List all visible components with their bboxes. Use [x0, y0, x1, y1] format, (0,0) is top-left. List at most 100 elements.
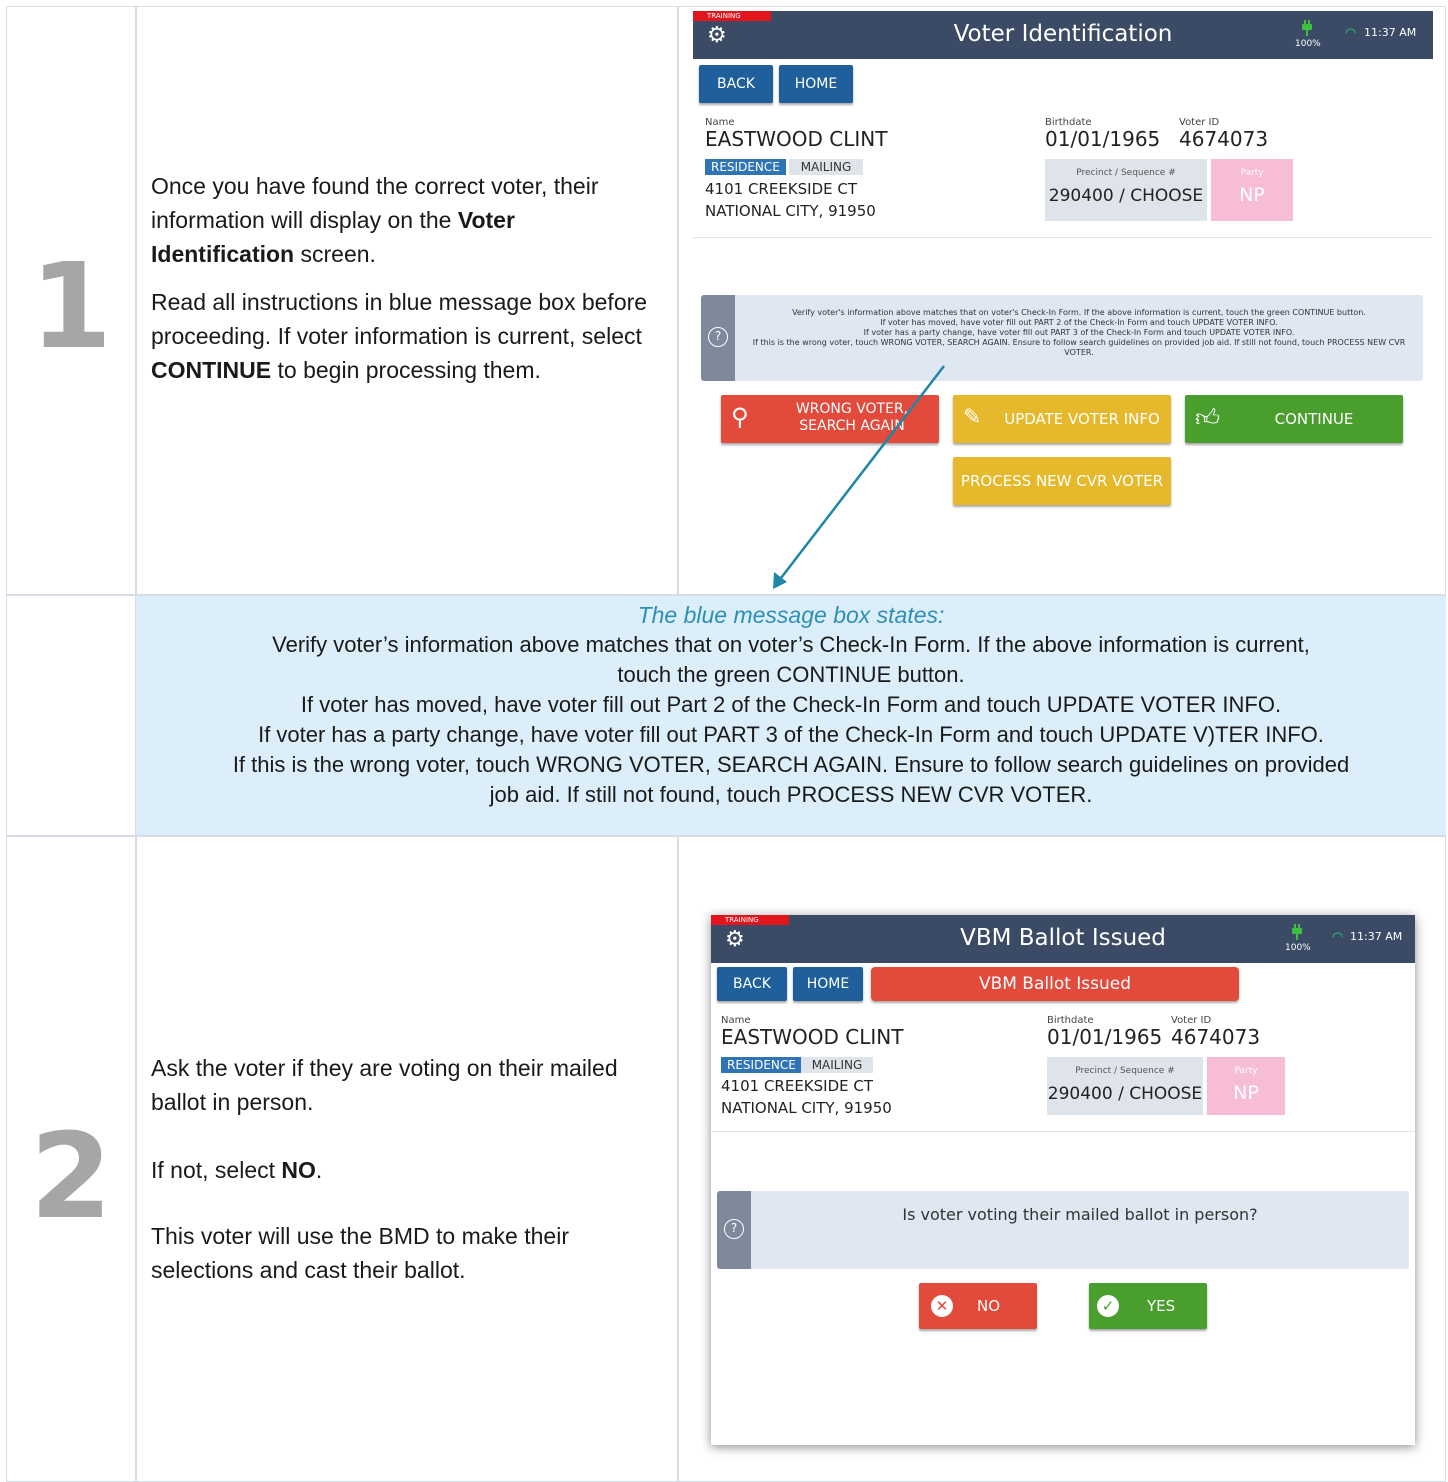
step-number-cell: 2	[6, 836, 136, 1482]
app-header: TRAINING ⚙ VBM Ballot Issued 100% ◠ 11:3…	[711, 915, 1415, 963]
instruction-paragraph: Read all instructions in blue message bo…	[151, 289, 648, 383]
process-new-cvr-voter-button[interactable]: PROCESS NEW CVR VOTER	[953, 457, 1171, 505]
update-voter-info-label: UPDATE VOTER INFO	[1004, 410, 1160, 428]
training-badge: TRAINING	[693, 11, 771, 21]
close-circle-icon: ✕	[931, 1295, 953, 1317]
party-box: Party NP	[1207, 1057, 1285, 1115]
address-line: 4101 CREEKSIDE CT	[721, 1077, 874, 1095]
address: 4101 CREEKSIDE CT NATIONAL CITY, 91950	[705, 178, 876, 222]
mailing-tab[interactable]: MAILING	[801, 1057, 873, 1073]
home-button[interactable]: HOME	[779, 65, 853, 103]
mailing-tab[interactable]: MAILING	[789, 159, 863, 175]
power-plug-icon	[1292, 924, 1302, 940]
battery-level: 100%	[1285, 943, 1311, 953]
birthdate: 01/01/1965	[1045, 127, 1161, 151]
message-line: If this is the wrong voter, touch WRONG …	[752, 338, 1406, 357]
step1-instructions: Once you have found the correct voter, t…	[151, 169, 663, 401]
wrong-voter-search-again-button[interactable]: ⚲ WRONG VOTER, SEARCH AGAIN	[721, 395, 939, 443]
search-icon: ⚲	[731, 403, 749, 431]
party-value: NP	[1233, 1082, 1259, 1104]
precinct-box: Precinct / Sequence # 290400 / CHOOSE	[1045, 159, 1207, 221]
no-label: NO	[977, 1297, 1001, 1315]
message-line: If voter has moved, have voter fill out …	[880, 318, 1278, 327]
vbm-ballot-issued-screen: TRAINING ⚙ VBM Ballot Issued 100% ◠ 11:3…	[711, 915, 1415, 1445]
transcript-line: If voter has moved, have voter fill out …	[300, 692, 1282, 717]
message-line: Verify voter's information above matches…	[792, 308, 1366, 317]
transcript-line: Verify voter’s information above matches…	[272, 632, 1310, 657]
step-number: 2	[29, 1107, 113, 1245]
thumbs-up-icon: 👍︎	[1195, 404, 1221, 432]
wifi-icon: ◠	[1345, 26, 1357, 41]
no-button[interactable]: ✕ NO	[919, 1283, 1037, 1329]
party-label: Party	[1240, 168, 1264, 178]
blue-message-box: ? Verify voter's information above match…	[701, 295, 1423, 381]
voter-id: 4674073	[1171, 1025, 1261, 1049]
step2-instructions: Ask the voter if they are voting on thei…	[151, 1051, 663, 1301]
message-line: If voter has a party change, have voter …	[863, 328, 1295, 337]
step-number-cell: 1	[6, 6, 136, 595]
transcript-line: If voter has a party change, have voter …	[258, 722, 1324, 747]
message-text: Verify voter's information above matches…	[741, 308, 1417, 358]
training-badge: TRAINING	[711, 915, 789, 925]
precinct-box: Precinct / Sequence # 290400 / CHOOSE	[1047, 1057, 1203, 1115]
birthdate: 01/01/1965	[1047, 1025, 1163, 1049]
question-message-box: ? Is voter voting their mailed ballot in…	[717, 1191, 1409, 1269]
yes-label: YES	[1147, 1297, 1176, 1315]
transcript-line: job aid. If still not found, touch PROCE…	[489, 782, 1093, 807]
instruction-cell: Ask the voter if they are voting on thei…	[136, 836, 678, 1482]
update-voter-info-button[interactable]: ✎ UPDATE VOTER INFO	[953, 395, 1171, 443]
label-line: SEARCH AGAIN	[799, 418, 905, 434]
voter-identification-screen: TRAINING ⚙ Voter Identification 100% ◠ 1…	[693, 11, 1433, 511]
transcript-line: touch the green CONTINUE button.	[617, 662, 965, 687]
wifi-icon: ◠	[1332, 930, 1344, 945]
back-button[interactable]: BACK	[699, 65, 773, 103]
message-box-transcript: The blue message box states: Verify vote…	[136, 595, 1446, 836]
transcript-line: If this is the wrong voter, touch WRONG …	[232, 752, 1350, 777]
yes-button[interactable]: ✓ YES	[1089, 1283, 1207, 1329]
instruction-paragraph: Ask the voter if they are voting on thei…	[151, 1055, 618, 1115]
residence-tab[interactable]: RESIDENCE	[721, 1057, 802, 1073]
divider	[711, 1131, 1415, 1132]
voter-name: EASTWOOD CLINT	[721, 1025, 904, 1049]
help-icon[interactable]: ?	[724, 1219, 744, 1239]
party-label: Party	[1234, 1066, 1258, 1076]
screenshot-cell: TRAINING ⚙ Voter Identification 100% ◠ 1…	[678, 6, 1446, 595]
precinct-value: 290400 / CHOOSE	[1048, 186, 1204, 206]
battery-level: 100%	[1295, 39, 1321, 49]
address: 4101 CREEKSIDE CT NATIONAL CITY, 91950	[721, 1075, 892, 1119]
power-plug-icon	[1302, 20, 1312, 36]
screenshot-cell: TRAINING ⚙ VBM Ballot Issued 100% ◠ 11:3…	[678, 836, 1446, 1482]
voter-id: 4674073	[1179, 127, 1269, 151]
transcript-heading: The blue message box states:	[637, 602, 945, 628]
instruction-paragraph: This voter will use the BMD to make thei…	[151, 1223, 569, 1283]
voter-name: EASTWOOD CLINT	[705, 127, 888, 151]
question-text: Is voter voting their mailed ballot in p…	[902, 1205, 1258, 1224]
precinct-label: Precinct / Sequence #	[1076, 168, 1176, 178]
home-button[interactable]: HOME	[793, 967, 863, 1001]
app-header: TRAINING ⚙ Voter Identification 100% ◠ 1…	[693, 11, 1433, 59]
address-line: NATIONAL CITY, 91950	[705, 202, 876, 220]
clock: 11:37 AM	[1350, 930, 1403, 943]
party-value: NP	[1239, 184, 1265, 206]
address-line: NATIONAL CITY, 91950	[721, 1099, 892, 1117]
continue-button[interactable]: 👍︎ CONTINUE	[1185, 395, 1403, 443]
back-button[interactable]: BACK	[717, 967, 787, 1001]
step-number: 1	[29, 237, 113, 375]
address-line: 4101 CREEKSIDE CT	[705, 180, 858, 198]
divider	[693, 237, 1433, 238]
clock: 11:37 AM	[1364, 26, 1417, 39]
check-circle-icon: ✓	[1097, 1295, 1119, 1317]
instruction-cell: Once you have found the correct voter, t…	[136, 6, 678, 595]
instruction-paragraph: If not, select NO.	[151, 1157, 323, 1183]
label-line: WRONG VOTER,	[795, 401, 909, 417]
empty-number-cell	[6, 595, 136, 836]
pencil-icon: ✎	[963, 405, 982, 430]
precinct-value: 290400 / CHOOSE	[1047, 1084, 1203, 1104]
help-icon[interactable]: ?	[708, 327, 728, 347]
party-box: Party NP	[1211, 159, 1293, 221]
continue-label: CONTINUE	[1274, 410, 1354, 428]
wrong-voter-label: WRONG VOTER, SEARCH AGAIN	[771, 401, 933, 435]
residence-tab[interactable]: RESIDENCE	[705, 159, 786, 175]
instruction-paragraph: Once you have found the correct voter, t…	[151, 173, 599, 267]
screen-title: Voter Identification	[953, 21, 1173, 47]
